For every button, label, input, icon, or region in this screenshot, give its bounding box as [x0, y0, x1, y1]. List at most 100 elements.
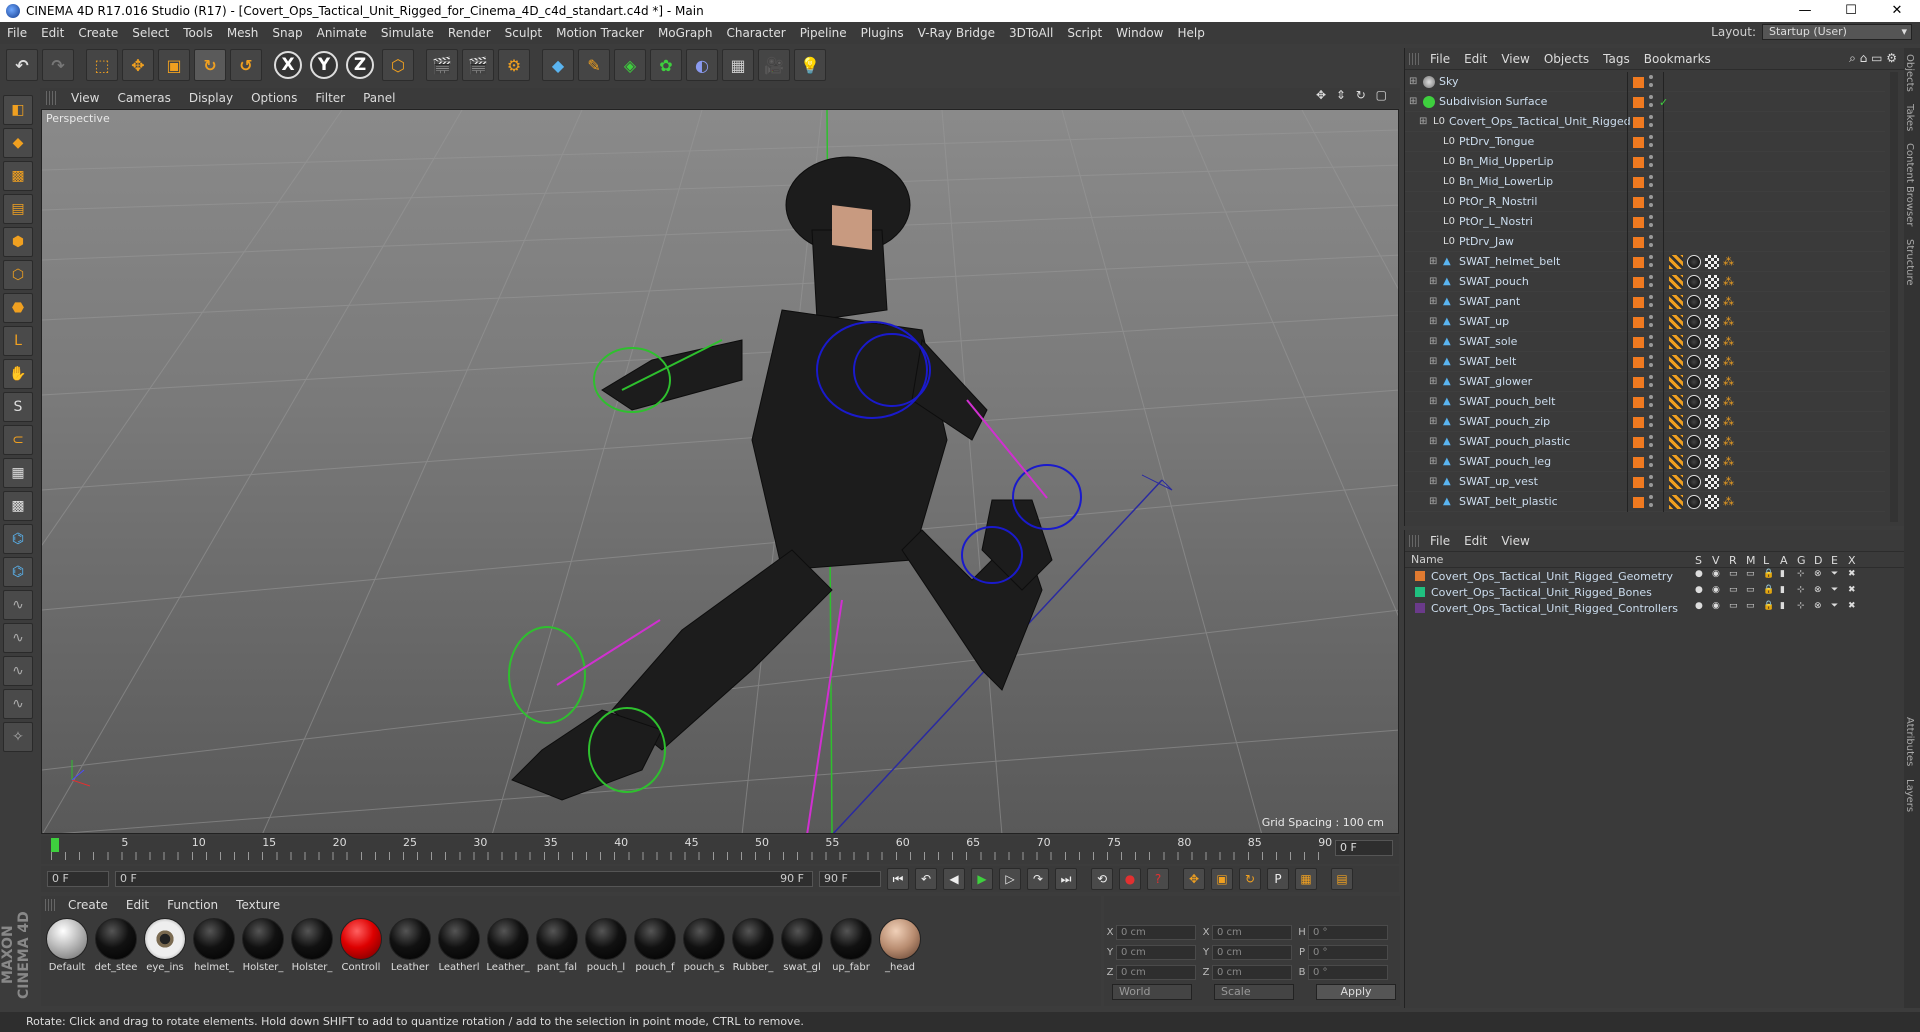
- layer-row[interactable]: Covert_Ops_Tactical_Unit_Rigged_Bones ● ◉ ▭…: [1405, 584, 1904, 600]
- object-row[interactable]: ⊞ ▲ SWAT_pouch_belt ⁂: [1405, 392, 1885, 412]
- layer-color-tag[interactable]: [1633, 477, 1644, 488]
- next-key-icon[interactable]: ↷: [1027, 868, 1049, 890]
- layer-toggle-icon[interactable]: ⊗: [1814, 601, 1822, 611]
- rotate-icon[interactable]: ↻: [194, 49, 226, 81]
- object-row[interactable]: L0 PtOr_L_Nostri: [1405, 212, 1885, 232]
- timeline-ruler[interactable]: 051015202530354045505560657075808590 0 F: [41, 836, 1399, 864]
- go-to-start-icon[interactable]: ⏮: [887, 868, 909, 890]
- render-visibility-dot[interactable]: [1649, 443, 1653, 447]
- object-row[interactable]: ⊞ ▲ SWAT_belt_plastic ⁂: [1405, 492, 1885, 512]
- object-menu-bookmarks[interactable]: Bookmarks: [1637, 52, 1718, 66]
- light-icon[interactable]: 💡: [794, 49, 826, 81]
- viewport-menu-panel[interactable]: Panel: [354, 91, 404, 105]
- next-frame-icon[interactable]: ▷: [999, 868, 1021, 890]
- weight-tag-icon[interactable]: ⁂: [1723, 295, 1737, 309]
- layer-toggle-icon[interactable]: ⏷: [1831, 585, 1838, 595]
- layer-color-tag[interactable]: [1633, 437, 1644, 448]
- menu-animate[interactable]: Animate: [310, 26, 374, 40]
- material-item[interactable]: swat_gl: [778, 916, 826, 973]
- material-item[interactable]: pant_fal: [533, 916, 581, 973]
- editor-visibility-dot[interactable]: [1649, 415, 1653, 419]
- previous-key-icon[interactable]: ↶: [915, 868, 937, 890]
- layer-toggle-icon[interactable]: ▭: [1729, 569, 1738, 579]
- menu-plugins[interactable]: Plugins: [854, 26, 911, 40]
- render-visibility-dot[interactable]: [1649, 363, 1653, 367]
- material-tag-icon[interactable]: [1687, 335, 1701, 349]
- editor-visibility-dot[interactable]: [1649, 395, 1653, 399]
- perspective-viewport[interactable]: Perspective Grid Spacing : 100 cm: [41, 109, 1399, 834]
- material-tag-icon[interactable]: [1687, 295, 1701, 309]
- current-frame-field[interactable]: 0 F: [1335, 840, 1393, 856]
- rig-tool-icon[interactable]: ∿: [3, 656, 33, 686]
- layer-column-header-v[interactable]: V: [1712, 554, 1720, 567]
- render-visibility-dot[interactable]: [1649, 503, 1653, 507]
- live-selection-icon[interactable]: ⬚: [86, 49, 118, 81]
- texture-tag-icon[interactable]: [1705, 295, 1719, 309]
- object-row[interactable]: ⊞ ▲ SWAT_pouch_leg ⁂: [1405, 452, 1885, 472]
- polygons-mode-icon[interactable]: ⬣: [3, 293, 33, 323]
- editor-visibility-dot[interactable]: [1649, 475, 1653, 479]
- layer-toggle-icon[interactable]: ▭: [1746, 569, 1755, 579]
- expand-toggle-icon[interactable]: ⊞: [1429, 416, 1441, 428]
- side-tab-content-browser[interactable]: Content Browser: [1904, 137, 1915, 232]
- editor-visibility-dot[interactable]: [1649, 215, 1653, 219]
- floor-icon[interactable]: ▦: [722, 49, 754, 81]
- uvw-tag-icon[interactable]: [1669, 415, 1683, 429]
- edges-mode-icon[interactable]: ⬡: [3, 260, 33, 290]
- texture-tag-icon[interactable]: [1705, 315, 1719, 329]
- layer-column-header-a[interactable]: A: [1780, 554, 1788, 567]
- model-mode-icon[interactable]: ◆: [3, 128, 33, 158]
- key-parameter-icon[interactable]: P: [1267, 868, 1289, 890]
- layer-column-header-d[interactable]: D: [1814, 554, 1822, 567]
- key-position-icon[interactable]: ✥: [1183, 868, 1205, 890]
- undo-icon[interactable]: ↶: [6, 49, 38, 81]
- z-axis-lock-button[interactable]: Z: [346, 51, 374, 79]
- uvw-tag-icon[interactable]: [1669, 295, 1683, 309]
- make-editable-icon[interactable]: ◧: [3, 95, 33, 125]
- timeline-ticks[interactable]: 051015202530354045505560657075808590: [51, 836, 1332, 864]
- layer-toggle-icon[interactable]: ▭: [1746, 585, 1755, 595]
- move-icon[interactable]: ✥: [122, 49, 154, 81]
- python-generator-icon[interactable]: ⌬: [3, 557, 33, 587]
- layer-color-tag[interactable]: [1633, 337, 1644, 348]
- editor-visibility-dot[interactable]: [1649, 495, 1653, 499]
- material-item[interactable]: Default: [43, 916, 91, 973]
- enabled-check-icon[interactable]: ✓: [1659, 96, 1671, 109]
- layer-color-tag[interactable]: [1633, 197, 1644, 208]
- editor-visibility-dot[interactable]: [1649, 455, 1653, 459]
- menu-pipeline[interactable]: Pipeline: [793, 26, 854, 40]
- object-row[interactable]: ⊞ Sky: [1405, 72, 1885, 92]
- layer-toggle-icon[interactable]: ●: [1695, 585, 1703, 595]
- side-tab-takes[interactable]: Takes: [1904, 98, 1915, 137]
- material-tag-icon[interactable]: [1687, 275, 1701, 289]
- side-tab-layers[interactable]: Layers: [1904, 773, 1915, 818]
- menu-3dtoall[interactable]: 3DToAll: [1002, 26, 1060, 40]
- layer-column-header-m[interactable]: M: [1746, 554, 1756, 567]
- material-tag-icon[interactable]: [1687, 315, 1701, 329]
- menu-render[interactable]: Render: [441, 26, 498, 40]
- editor-visibility-dot[interactable]: [1649, 295, 1653, 299]
- layer-toggle-icon[interactable]: ⏷: [1831, 569, 1838, 579]
- editor-visibility-dot[interactable]: [1649, 75, 1653, 79]
- play-icon[interactable]: ▶: [971, 868, 993, 890]
- layer-color-tag[interactable]: [1633, 317, 1644, 328]
- texture-mode-icon[interactable]: ▩: [3, 161, 33, 191]
- layer-color-swatch[interactable]: [1415, 603, 1425, 613]
- render-visibility-dot[interactable]: [1649, 303, 1653, 307]
- layer-color-tag[interactable]: [1633, 237, 1644, 248]
- uvw-tag-icon[interactable]: [1669, 435, 1683, 449]
- layer-color-tag[interactable]: [1633, 137, 1644, 148]
- texture-tag-icon[interactable]: [1705, 475, 1719, 489]
- keyframe-icon[interactable]: ⟲: [1091, 868, 1113, 890]
- layer-color-tag[interactable]: [1633, 77, 1644, 88]
- misc-tool-icon[interactable]: ✧: [3, 722, 33, 752]
- material-menu-function[interactable]: Function: [158, 898, 227, 912]
- object-menu-objects[interactable]: Objects: [1537, 52, 1596, 66]
- material-tag-icon[interactable]: [1687, 375, 1701, 389]
- coordinate-value-field[interactable]: 0 cm: [1116, 924, 1196, 940]
- layer-column-header-x[interactable]: X: [1848, 554, 1856, 567]
- material-item[interactable]: det_stee: [92, 916, 140, 973]
- spline-pen-icon[interactable]: ✎: [578, 49, 610, 81]
- cube-primitive-icon[interactable]: ◆: [542, 49, 574, 81]
- layer-color-tag[interactable]: [1633, 417, 1644, 428]
